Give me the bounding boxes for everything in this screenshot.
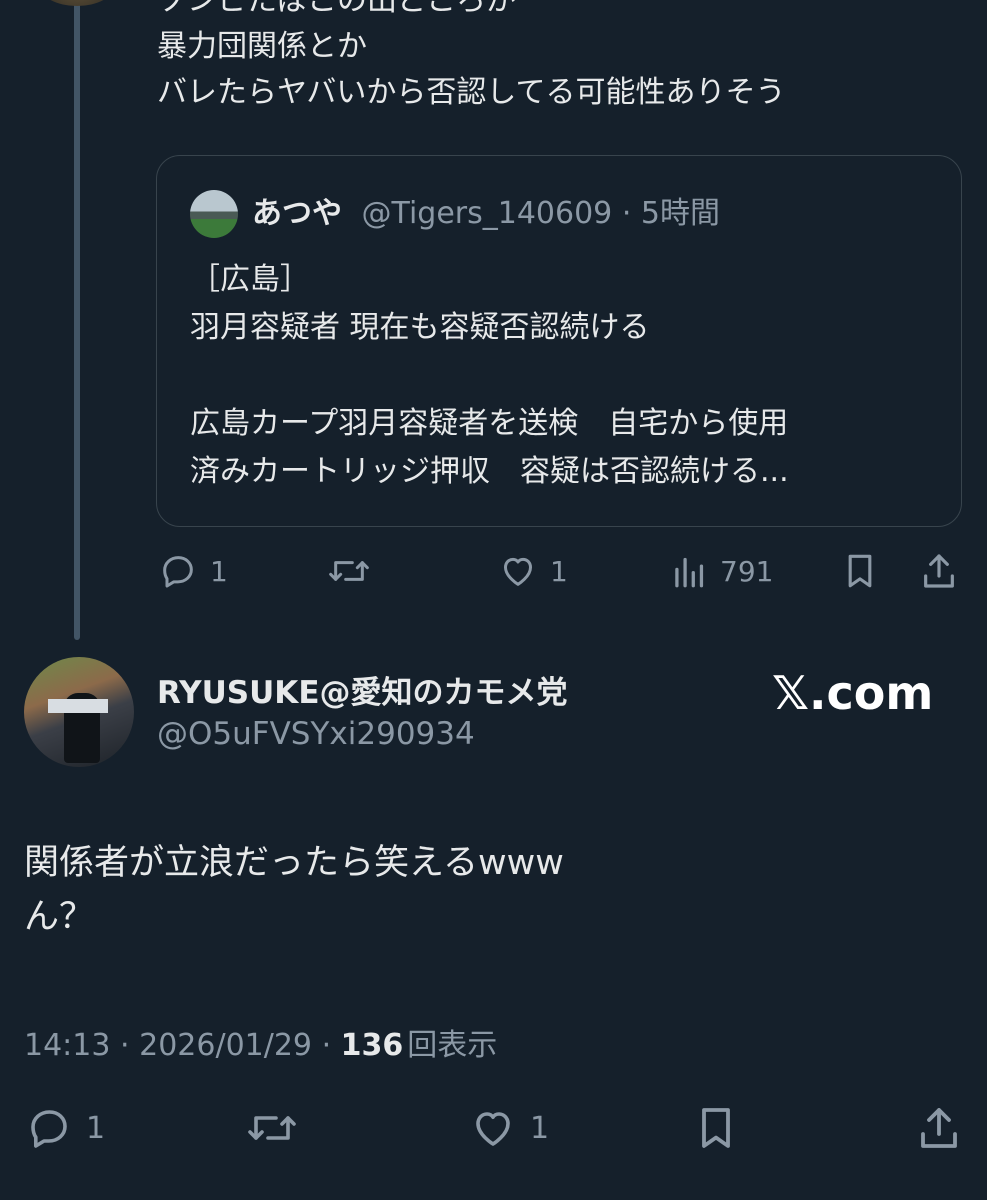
parent-reply-count: 1 (210, 554, 228, 588)
parent-tweet-text: ゾンビたばこの出どころが暴力団関係とかバレたらヤバいから否認してる可能性ありそう (157, 0, 786, 116)
parent-author-avatar[interactable] (40, 0, 114, 6)
view-label: 回表示 (407, 1028, 498, 1063)
quoted-author-handle[interactable]: @Tigers_140609 (362, 196, 613, 231)
parent-retweet-button[interactable] (327, 551, 383, 591)
views-icon (675, 557, 704, 588)
share-icon (921, 1108, 957, 1148)
tweet-date[interactable]: 2026/01/29 (139, 1028, 312, 1063)
parent-line-1: ゾンビたばこの出どころが (157, 0, 517, 18)
main-reply-count: 1 (86, 1110, 106, 1146)
quoted-author-avatar[interactable] (190, 190, 238, 238)
quoted-author-name[interactable]: あつや (252, 196, 342, 231)
main-author-handle[interactable]: @O5uFVSYxi290934 (157, 716, 475, 752)
parent-line-3: バレたらヤバいから否認してる可能性ありそう (157, 75, 786, 110)
quoted-separator: · (621, 196, 632, 231)
tweet-time[interactable]: 14:13 (24, 1028, 110, 1063)
quoted-timestamp[interactable]: 5時間 (641, 196, 720, 231)
tweet-meta: 14:13 · 2026/01/29 · 136 回表示 (24, 1020, 497, 1064)
parent-views-count: 791 (720, 554, 774, 588)
meta-separator: · (321, 1028, 332, 1063)
parent-reply-button[interactable]: 1 (158, 551, 228, 591)
main-like-button[interactable]: 1 (468, 1104, 549, 1152)
main-author-avatar[interactable] (24, 657, 134, 767)
main-share-button[interactable] (916, 1104, 962, 1152)
main-like-count: 1 (530, 1110, 550, 1146)
meta-separator: · (120, 1028, 130, 1063)
bookmark-icon (702, 1108, 730, 1148)
parent-line-2: 暴力団関係とか (157, 29, 367, 64)
like-icon (504, 557, 532, 586)
reply-icon (31, 1110, 67, 1148)
quoted-tweet-header: あつや @Tigers_140609 · 5時間 (252, 190, 720, 238)
reply-icon (163, 556, 193, 588)
like-icon (476, 1112, 510, 1146)
x-logo: 𝕏.com (772, 666, 934, 720)
parent-like-button[interactable]: 1 (498, 551, 568, 591)
quoted-tweet-body: ［広島］ 羽月容疑者 現在も容疑否認続ける 広島カープ羽月容疑者を送検 自宅から… (190, 262, 789, 489)
main-retweet-button[interactable] (244, 1104, 312, 1152)
main-author-name[interactable]: RYUSUKE@愛知のカモメ党 (157, 667, 568, 712)
parent-share-button[interactable] (920, 551, 958, 591)
parent-bookmark-button[interactable] (842, 551, 878, 591)
thread-connector-line (74, 0, 80, 640)
main-tweet-text: 関係者が立浪だったら笑えるwww ん？ (24, 843, 564, 937)
avatar-banner (48, 699, 108, 713)
main-bookmark-button[interactable] (694, 1104, 738, 1152)
main-reply-button[interactable]: 1 (24, 1104, 105, 1152)
bookmark-icon (848, 554, 872, 588)
retweet-icon (248, 1116, 296, 1140)
view-count: 136 (340, 1028, 404, 1063)
parent-like-count: 1 (550, 554, 568, 588)
parent-views-button[interactable]: 791 (672, 551, 773, 591)
share-icon (924, 554, 954, 588)
retweet-icon (329, 561, 369, 581)
